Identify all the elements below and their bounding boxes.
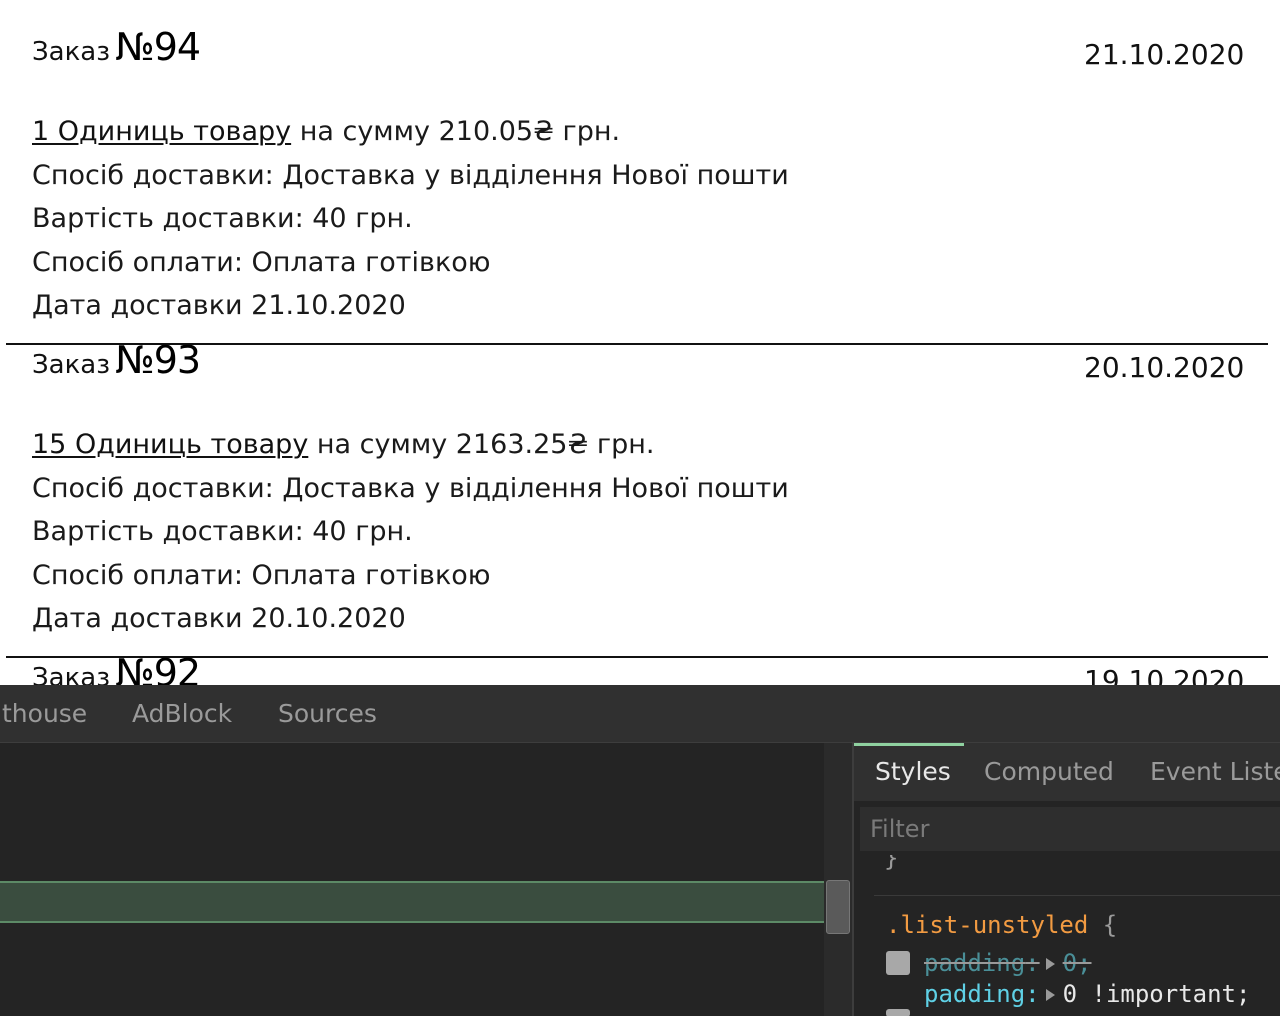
order-items-sum: на сумму 210.05₴ грн. [291,116,621,147]
payment-method: Спосіб оплати: Оплата готівкою [32,246,491,278]
order-date: 20.10.2020 [1084,351,1245,384]
delivery-method: Спосіб доставки: Доставка у відділення Н… [32,159,789,191]
order-word: Заказ [32,663,111,685]
tab-adblock[interactable]: AdBlock [132,699,232,728]
delivery-cost: Вартість доставки: 40 грн. [32,203,413,235]
order-word: Заказ [32,350,111,380]
property-name[interactable]: padding [924,949,1025,977]
order-title: Заказ №94 [32,25,201,69]
tab-lighthouse[interactable]: thouse [2,699,87,728]
elements-tree[interactable] [0,743,824,1016]
devtools-tabbar: thouse AdBlock Sources [0,685,1280,743]
scrollbar-thumb[interactable] [826,880,850,934]
tab-sources[interactable]: Sources [278,699,377,728]
delivery-method: Спосіб доставки: Доставка у відділення Н… [32,472,789,504]
styles-filter-input[interactable] [860,807,1280,851]
order-details: 1 Одиниць товару на сумму 210.05₴ грн. С… [32,110,789,328]
order-title: Заказ №93 [32,338,201,382]
tab-event-listeners[interactable]: Event Listeners [1150,757,1280,786]
payment-method: Спосіб оплати: Оплата готівкою [32,559,491,591]
order-items-sum: на сумму 2163.25₴ грн. [308,429,655,460]
expand-triangle-icon[interactable] [1045,958,1055,970]
property-value[interactable]: 0; [1063,949,1092,977]
colon: : [1025,949,1040,977]
property-value[interactable]: 0 !important; [1063,980,1251,1008]
order-items-line: 1 Одиниць товару на сумму 210.05₴ грн. [32,110,789,154]
order-items-link[interactable]: 15 Одиниць товару [32,429,308,460]
delivery-date: Дата доставки 21.10.2020 [32,290,406,322]
declaration-text: padding: 0; [924,949,1092,977]
order-items-line: 15 Одиниць товару на сумму 2163.25₴ грн. [32,423,789,467]
css-rule-header: .list-unstyled { [886,911,1117,939]
css-selector[interactable]: .list-unstyled [886,911,1088,939]
order-number: №93 [115,338,201,382]
delivery-cost: Вартість доставки: 40 грн. [32,516,413,548]
active-tab-indicator [854,743,964,746]
open-brace: { [1088,911,1118,939]
tab-styles[interactable]: Styles [875,757,951,786]
colon: : [1025,980,1040,1008]
previous-rule-brace: } [884,855,899,871]
styles-pane: Styles Computed Event Listeners } .list-… [854,743,1280,1016]
order-title: Заказ №92 [32,651,201,685]
order-word: Заказ [32,37,111,67]
order-date: 19.10.2020 [1084,664,1245,685]
tab-computed[interactable]: Computed [984,757,1114,786]
order-date: 21.10.2020 [1084,38,1245,71]
order-details: 15 Одиниць товару на сумму 2163.25₴ грн.… [32,423,789,641]
order-items-link[interactable]: 1 Одиниць товару [32,116,291,147]
declaration-text: padding: 0 !important; [924,980,1250,1008]
styles-tabbar: Styles Computed Event Listeners [854,743,1280,801]
rule-separator [874,895,1280,896]
declaration-checkbox[interactable] [886,951,910,975]
page-viewport: Заказ №94 21.10.2020 1 Одиниць товару на… [0,0,1280,685]
declaration-checkbox[interactable] [886,1009,910,1016]
selected-node-row[interactable] [0,881,824,923]
order-number: №92 [115,651,201,685]
property-name[interactable]: padding [924,980,1025,1008]
devtools-panel: thouse AdBlock Sources Styles Computed E… [0,685,1280,1016]
delivery-date: Дата доставки 20.10.2020 [32,603,406,635]
order-number: №94 [115,25,201,69]
expand-triangle-icon[interactable] [1045,989,1055,1001]
